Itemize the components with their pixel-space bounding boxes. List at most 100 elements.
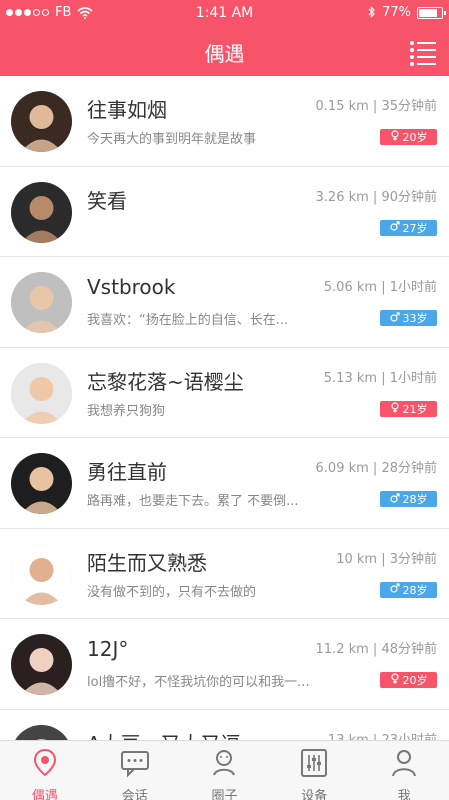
age-label: 28岁 xyxy=(402,493,428,506)
distance-label: 6.09 km xyxy=(315,461,369,476)
avatar[interactable] xyxy=(11,453,72,514)
distance-time: 3.26 km | 90分钟前 xyxy=(315,189,437,205)
tab-label: 偶遇 xyxy=(31,789,58,800)
user-list-item[interactable]: 陌生而又熟悉没有做不到的，只有不去做的 10 km | 3分钟前 28岁 xyxy=(0,529,449,619)
page-title: 偶遇 xyxy=(204,42,245,66)
last-active-label: 1小时前 xyxy=(389,280,437,295)
user-status-message: 没有做不到的，只有不去做的 xyxy=(87,584,257,600)
age-label: 21岁 xyxy=(402,402,428,416)
male-icon xyxy=(389,492,400,506)
tab-device-sliders[interactable]: 设备 xyxy=(269,741,359,800)
avatar[interactable] xyxy=(11,272,72,333)
female-icon xyxy=(390,401,400,416)
tab-label: 我 xyxy=(397,789,411,800)
gender-age-badge: 20岁 xyxy=(380,129,437,145)
gender-age-badge: 20岁 xyxy=(380,672,437,688)
last-active-label: 35分钟前 xyxy=(381,99,437,114)
user-name: 往事如烟 xyxy=(87,98,167,122)
last-active-label: 23小时前 xyxy=(381,732,437,741)
user-status-message: 今天再大的事到明年就是故事 xyxy=(87,132,257,147)
user-status-message: lol撸不好，不怪我坑你的可以和我一... xyxy=(87,675,310,690)
chat-bubble-icon xyxy=(119,747,151,785)
status-bar: FB 1:41 AM 77% xyxy=(0,0,449,26)
user-name: 笑看 xyxy=(87,188,127,213)
female-icon xyxy=(390,673,400,687)
gender-age-badge: 33岁 xyxy=(380,310,437,326)
avatar[interactable] xyxy=(11,91,72,152)
tab-label: 圈子 xyxy=(211,789,238,800)
user-status-message: 路再难，也要走下去。累了 不要倒... xyxy=(87,494,299,509)
female-icon xyxy=(390,130,400,144)
bluetooth-icon xyxy=(368,6,375,18)
last-active-label: 1小时前 xyxy=(389,370,437,386)
user-list-item[interactable]: 笑看 3.26 km | 90分钟前 27岁 xyxy=(0,167,449,257)
user-name: Vstbrook xyxy=(87,275,176,299)
age-label: 27岁 xyxy=(402,221,428,235)
person-icon xyxy=(388,747,420,785)
user-list-item[interactable]: A大豆，又大又逗 13 km | 23小时前 xyxy=(0,710,449,741)
tab-person[interactable]: 我 xyxy=(359,741,449,800)
user-list-item[interactable]: 忘黎花落~语樱尘我想养只狗狗 5.13 km | 1小时前 21岁 xyxy=(0,348,449,438)
status-right: 77% xyxy=(368,5,446,20)
tab-location-pin[interactable]: 偶遇 xyxy=(0,741,90,800)
age-label: 20岁 xyxy=(402,131,428,144)
avatar[interactable] xyxy=(11,543,72,605)
avatar[interactable] xyxy=(11,181,72,243)
gender-age-badge: 21岁 xyxy=(380,400,437,417)
distance-time: 5.13 km | 1小时前 xyxy=(323,370,437,386)
gender-age-badge: 28岁 xyxy=(380,581,437,598)
male-icon xyxy=(389,311,400,325)
gender-age-badge: 28岁 xyxy=(380,491,437,507)
battery-percent: 77% xyxy=(382,5,411,20)
age-label: 20岁 xyxy=(402,674,428,687)
tab-label: 会话 xyxy=(121,789,148,800)
last-active-label: 28分钟前 xyxy=(381,461,437,476)
gender-age-badge: 27岁 xyxy=(380,219,437,236)
location-pin-icon xyxy=(29,747,61,785)
last-active-label: 3分钟前 xyxy=(389,551,437,567)
distance-label: 13 km xyxy=(327,732,369,741)
user-name: 陌生而又熟悉 xyxy=(87,550,207,575)
distance-time: 10 km | 3分钟前 xyxy=(336,551,437,567)
distance-label: 5.13 km xyxy=(323,370,378,386)
user-name: 勇往直前 xyxy=(87,460,167,484)
distance-time: 5.06 km | 1小时前 xyxy=(323,280,437,295)
age-label: 28岁 xyxy=(402,583,428,597)
age-label: 33岁 xyxy=(402,312,428,325)
tab-label: 设备 xyxy=(301,789,328,800)
distance-label: 10 km xyxy=(336,551,378,567)
user-list-item[interactable]: Vstbrook 我喜欢：“扬在脸上的自信、长在... 5.06 km | 1小时前… xyxy=(0,257,449,348)
user-name: 12J° xyxy=(87,637,129,661)
male-icon xyxy=(389,583,400,596)
menu-list-icon[interactable] xyxy=(409,38,437,66)
tab-chat-bubble[interactable]: 会话 xyxy=(90,741,180,800)
avatar[interactable] xyxy=(11,362,72,424)
device-sliders-icon xyxy=(298,747,330,785)
avatar[interactable] xyxy=(11,634,72,695)
distance-label: 5.06 km xyxy=(323,280,378,295)
battery-icon xyxy=(417,6,446,19)
user-status-message: 我喜欢：“扬在脸上的自信、长在... xyxy=(87,313,289,328)
user-list-item[interactable]: 勇往直前 路再难，也要走下去。累了 不要倒... 6.09 km | 28分钟前 28… xyxy=(0,438,449,529)
distance-label: 11.2 km xyxy=(315,642,369,657)
distance-label: 0.15 km xyxy=(315,99,369,114)
tab-circle-group[interactable]: 圈子 xyxy=(180,741,270,800)
avatar[interactable] xyxy=(11,724,72,740)
circle-group-icon xyxy=(208,747,240,785)
distance-label: 3.26 km xyxy=(315,189,369,205)
last-active-label: 48分钟前 xyxy=(381,642,437,657)
distance-time: 6.09 km | 28分钟前 xyxy=(315,461,437,476)
user-name: 忘黎花落~语樱尘 xyxy=(87,369,244,394)
last-active-label: 90分钟前 xyxy=(381,189,437,205)
distance-time: 0.15 km | 35分钟前 xyxy=(315,99,437,114)
user-name: A大豆，又大又逗 xyxy=(87,728,241,741)
user-list-item[interactable]: 12J° lol撸不好，不怪我坑你的可以和我一... 11.2 km | 48分钟前… xyxy=(0,619,449,710)
distance-time: 11.2 km | 48分钟前 xyxy=(315,642,437,657)
top-bar: FB 1:41 AM 77% 偶遇 xyxy=(0,0,449,76)
male-icon xyxy=(389,221,400,234)
user-list-item[interactable]: 往事如烟今天再大的事到明年就是故事 0.15 km | 35分钟前 20岁 xyxy=(0,76,449,167)
distance-time: 13 km | 23小时前 xyxy=(328,729,437,741)
tab-bar: 偶遇 会话 圈子 设备 我 xyxy=(0,740,449,800)
nearby-user-list[interactable]: 往事如烟 今天再大的事到明年就是故事 0.15 km | 35分钟前 20岁 笑看 3.2… xyxy=(0,76,449,740)
user-status-message: 我想养只狗狗 xyxy=(87,403,166,419)
